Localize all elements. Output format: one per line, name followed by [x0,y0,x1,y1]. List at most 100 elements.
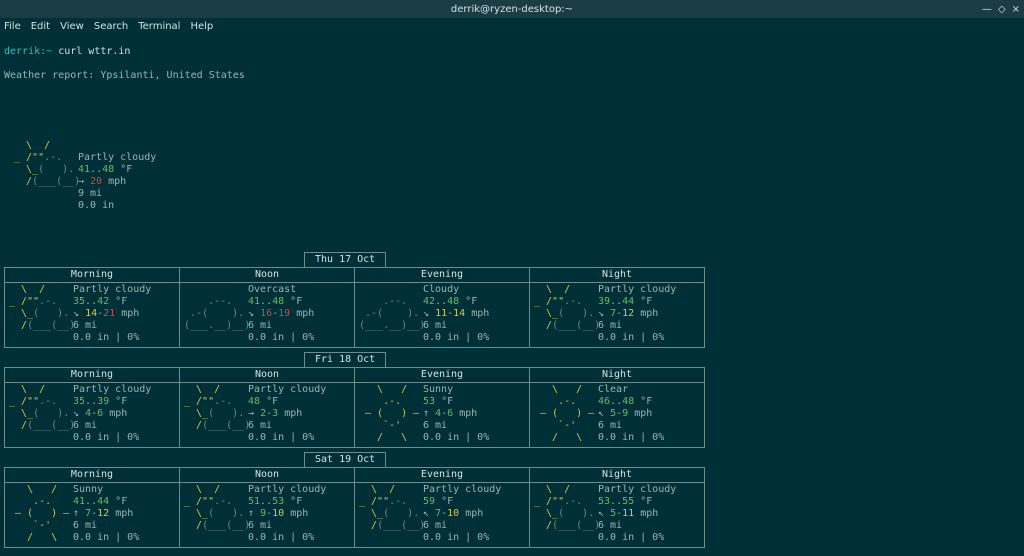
daypart-header: Noon [180,368,355,383]
cell-precip: 0.0 in | 0% [248,532,314,543]
forecast-cell: .--. .-( ). (___.__)__)Cloudy 42..48 °F … [355,283,530,348]
forecast-day: Sat 19 OctMorningNoonEveningNight \ / .-… [4,452,1020,548]
close-icon[interactable]: × [1012,4,1020,15]
forecast-cell: \ / _ /"".-. \_( ). /(___(__)Partly clou… [180,483,355,548]
forecast-cell: \ / _ /"".-. \_( ). /(___(__) Partly clou… [530,483,705,548]
cell-precip: 0.0 in | 0% [423,432,489,443]
menu-help[interactable]: Help [190,21,213,32]
forecast-cell: \ / _ /"".-. \_( ). /(___(__) Partly clou… [5,383,180,448]
cell-condition: Partly cloudy [73,284,151,295]
forecast-cell: \ / .-. ― ( ) ― `-' / \Sunny 53 °F ↑ 4-6… [355,383,530,448]
cell-visibility: 6 mi [423,420,447,431]
forecast-day: Thu 17 OctMorningNoonEveningNight \ / _ … [4,252,1020,348]
cell-visibility: 6 mi [423,520,447,531]
forecast-cell: \ / _ /"".-. \_( ). /(___(__)Partly clou… [180,383,355,448]
forecast-date: Fri 18 Oct [304,352,386,368]
maximize-icon[interactable]: ◇ [998,4,1006,15]
daypart-header: Evening [355,468,530,483]
daypart-header: Evening [355,368,530,383]
window-title: derrik@ryzen-desktop:~ [451,4,573,15]
menu-file[interactable]: File [4,21,21,32]
cell-visibility: 6 mi [423,320,447,331]
cell-condition: Partly cloudy [598,284,676,295]
cell-condition: Partly cloudy [248,484,326,495]
partly-cloudy-icon: \ / _ /"".-. \_( ). /(___(__) [9,384,67,444]
cell-condition: Cloudy [423,284,459,295]
terminal[interactable]: derrik:~ curl wttr.in Weather report: Yp… [0,34,1024,556]
daypart-header: Night [530,368,705,383]
forecast-table: MorningNoonEveningNight \ / _ /"".-. \_(… [4,267,705,348]
cell-condition: Clear [598,384,628,395]
forecast-cell: .--. .-( ). (___.__)__)Overcast 41..48 °… [180,283,355,348]
cell-condition: Sunny [73,484,103,495]
cloudy-icon: .--. .-( ). (___.__)__) [359,284,417,344]
forecast-cell: \ / .-. ― ( ) ― `-' / \Clear 46..48 °F ↖… [530,383,705,448]
partly-cloudy-icon: \ / _ /"".-. \_( ). /(___(__) [359,484,417,544]
cell-visibility: 6 mi [73,420,97,431]
sunny-icon: \ / .-. ― ( ) ― `-' / \ [9,484,67,544]
partly-cloudy-icon: \ / _ /"".-. \_( ). /(___(__) [14,140,72,212]
cell-precip: 0.0 in | 0% [423,332,489,343]
forecast-cell: \ / _ /"".-. \_( ). /(___(__) Partly clou… [530,283,705,348]
cell-condition: Partly cloudy [598,484,676,495]
current-weather: \ / _ /"".-. \_( ). /(___(__) Partly clo… [4,140,1020,212]
cell-precip: 0.0 in | 0% [423,532,489,543]
daypart-header: Night [530,268,705,283]
cell-condition: Partly cloudy [423,484,501,495]
cell-precip: 0.0 in | 0% [73,432,139,443]
prompt-command: curl wttr.in [52,46,130,57]
current-wind: 20 [90,176,102,187]
overcast-icon: .--. .-( ). (___.__)__) [184,284,242,344]
cell-precip: 0.0 in | 0% [73,532,139,543]
window-titlebar: derrik@ryzen-desktop:~ — ◇ × [0,0,1024,18]
cell-precip: 0.0 in | 0% [598,432,664,443]
daypart-header: Night [530,468,705,483]
daypart-header: Morning [5,268,180,283]
menu-search[interactable]: Search [94,21,128,32]
cell-condition: Sunny [423,384,453,395]
menubar: File Edit View Search Terminal Help [0,18,1024,34]
forecast-cell: \ / .-. ― ( ) ― `-' / \Sunny 41..44 °F ↑… [5,483,180,548]
cell-condition: Partly cloudy [73,384,151,395]
partly-cloudy-icon: \ / _ /"".-. \_( ). /(___(__) [9,284,67,344]
daypart-header: Evening [355,268,530,283]
cell-visibility: 6 mi [248,520,272,531]
daypart-header: Morning [5,368,180,383]
forecast-date: Thu 17 Oct [304,252,386,268]
partly-cloudy-icon: \ / _ /"".-. \_( ). /(___(__) [184,384,242,444]
cell-precip: 0.0 in | 0% [598,332,664,343]
partly-cloudy-icon: \ / _ /"".-. \_( ). /(___(__) [534,284,592,344]
cell-visibility: 6 mi [598,420,622,431]
report-location: Weather report: Ypsilanti, United States [4,70,1020,82]
cell-visibility: 6 mi [598,320,622,331]
cell-condition: Overcast [248,284,296,295]
cell-visibility: 6 mi [248,320,272,331]
forecast-date: Sat 19 Oct [304,452,386,468]
current-condition: Partly cloudy [78,152,156,163]
forecast-table: MorningNoonEveningNight \ / _ /"".-. \_(… [4,367,705,448]
minimize-icon[interactable]: — [982,4,992,15]
menu-edit[interactable]: Edit [31,21,50,32]
cell-precip: 0.0 in | 0% [248,332,314,343]
daypart-header: Noon [180,268,355,283]
cell-visibility: 6 mi [598,520,622,531]
current-visibility: 9 mi [78,188,102,199]
current-temp-hi: 48 [102,164,114,175]
forecast-day: Fri 18 OctMorningNoonEveningNight \ / _ … [4,352,1020,448]
sunny-icon: \ / .-. ― ( ) ― `-' / \ [359,384,417,444]
menu-view[interactable]: View [60,21,84,32]
prompt-user: derrik:~ [4,46,52,57]
cell-precip: 0.0 in | 0% [248,432,314,443]
daypart-header: Noon [180,468,355,483]
partly-cloudy-icon: \ / _ /"".-. \_( ). /(___(__) [534,484,592,544]
cell-precip: 0.0 in | 0% [73,332,139,343]
forecast-cell: \ / _ /"".-. \_( ). /(___(__) Partly clou… [355,483,530,548]
cell-visibility: 6 mi [73,520,97,531]
forecast-table: MorningNoonEveningNight \ / .-. ― ( ) ― … [4,467,705,548]
menu-terminal[interactable]: Terminal [138,21,180,32]
cell-visibility: 6 mi [248,420,272,431]
clear-icon: \ / .-. ― ( ) ― `-' / \ [534,384,592,444]
current-temp-lo: 41 [78,164,90,175]
current-precip: 0.0 in [78,200,114,211]
cell-visibility: 6 mi [73,320,97,331]
